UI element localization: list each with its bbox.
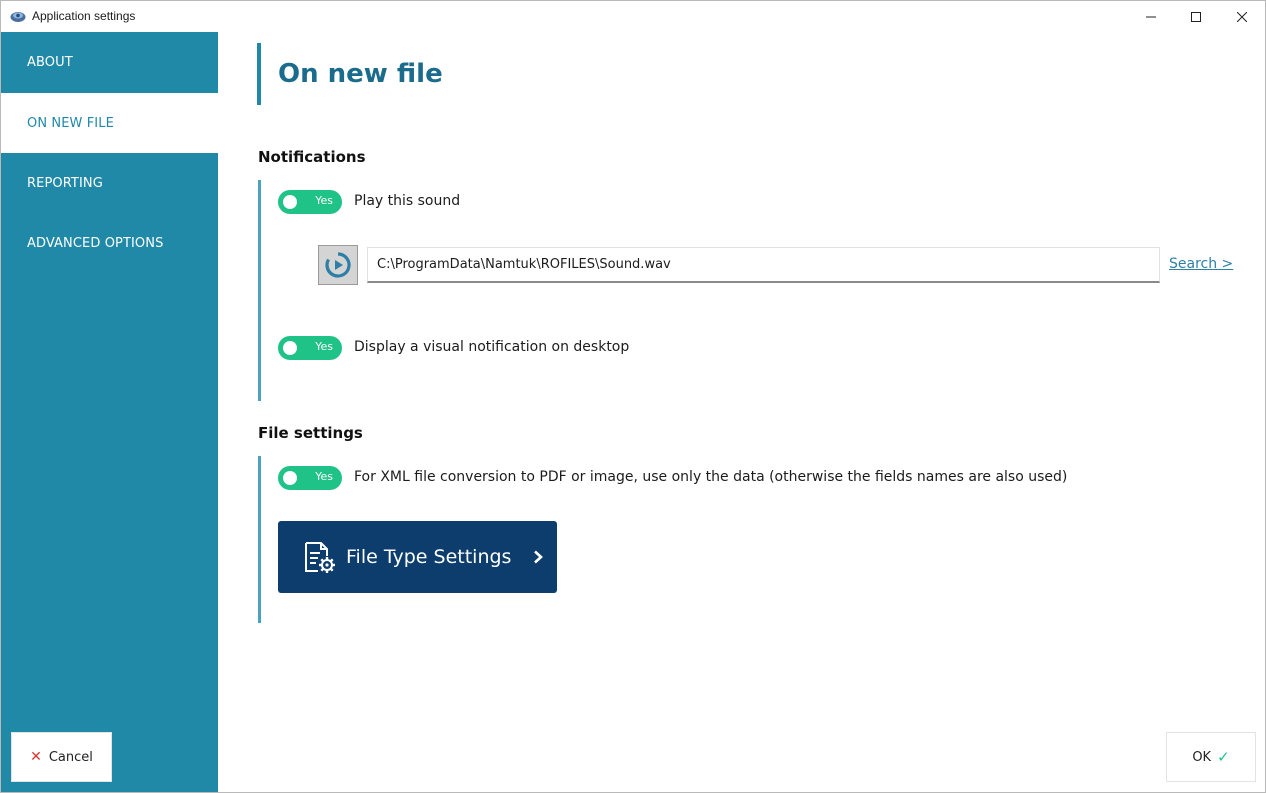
sidebar-item-on-new-file[interactable]: ON NEW FILE [1,93,218,153]
play-sound-button[interactable] [318,245,358,285]
section-divider-notifications [258,180,261,401]
ok-label: OK [1192,749,1212,765]
window-title: Application settings [32,9,136,23]
xml-data-only-toggle[interactable]: Yes [278,466,342,490]
settings-window: Application settings ABOUT ON NEW FILE R… [0,0,1266,793]
sidebar-item-label: ABOUT [27,54,73,70]
sidebar-item-label: REPORTING [27,175,103,191]
sidebar-item-about[interactable]: ABOUT [1,32,218,92]
chevron-right-icon [534,550,544,564]
file-type-settings-label: File Type Settings [346,546,512,568]
section-title-notifications: Notifications [258,148,366,166]
cancel-button[interactable]: ✕ Cancel [11,732,112,782]
file-settings-gear-icon [305,542,335,573]
maximize-button[interactable] [1173,1,1219,32]
toggle-knob [283,195,297,209]
close-icon [1237,11,1247,22]
toggle-knob [283,471,297,485]
visual-notification-toggle[interactable]: Yes [278,336,342,360]
search-link[interactable]: Search > [1169,256,1233,272]
visual-notification-label: Display a visual notification on desktop [354,339,630,355]
maximize-icon [1191,11,1201,22]
sidebar-item-reporting[interactable]: REPORTING [1,153,218,213]
xml-data-only-label: For XML file conversion to PDF or image,… [354,469,1068,485]
sidebar: ABOUT ON NEW FILE REPORTING ADVANCED OPT… [1,32,218,792]
toggle-knob [283,341,297,355]
cancel-x-icon: ✕ [30,749,42,765]
title-bar: Application settings [1,1,1265,32]
sidebar-item-label: ON NEW FILE [27,115,114,131]
main-content: On new file Notifications Yes Play this … [218,32,1265,792]
page-title: On new file [278,59,443,89]
page-title-block: On new file [257,43,443,105]
toggle-state-label: Yes [315,194,333,207]
ok-button[interactable]: OK ✓ [1166,732,1256,782]
play-sound-toggle[interactable]: Yes [278,190,342,214]
cancel-label: Cancel [48,749,93,765]
play-sound-label: Play this sound [354,193,461,209]
minimize-icon [1146,16,1156,17]
section-title-file-settings: File settings [258,424,363,442]
file-type-settings-button[interactable]: File Type Settings [278,521,557,593]
app-logo-icon [10,12,26,22]
sidebar-item-label: ADVANCED OPTIONS [27,235,164,251]
sidebar-item-advanced-options[interactable]: ADVANCED OPTIONS [1,213,218,273]
toggle-state-label: Yes [315,340,333,353]
section-divider-file-settings [258,456,261,623]
toggle-state-label: Yes [315,470,333,483]
sound-path-input[interactable] [367,247,1160,283]
play-sound-icon [325,252,351,278]
close-button[interactable] [1219,1,1265,32]
checkmark-icon: ✓ [1217,748,1230,766]
minimize-button[interactable] [1128,1,1174,32]
